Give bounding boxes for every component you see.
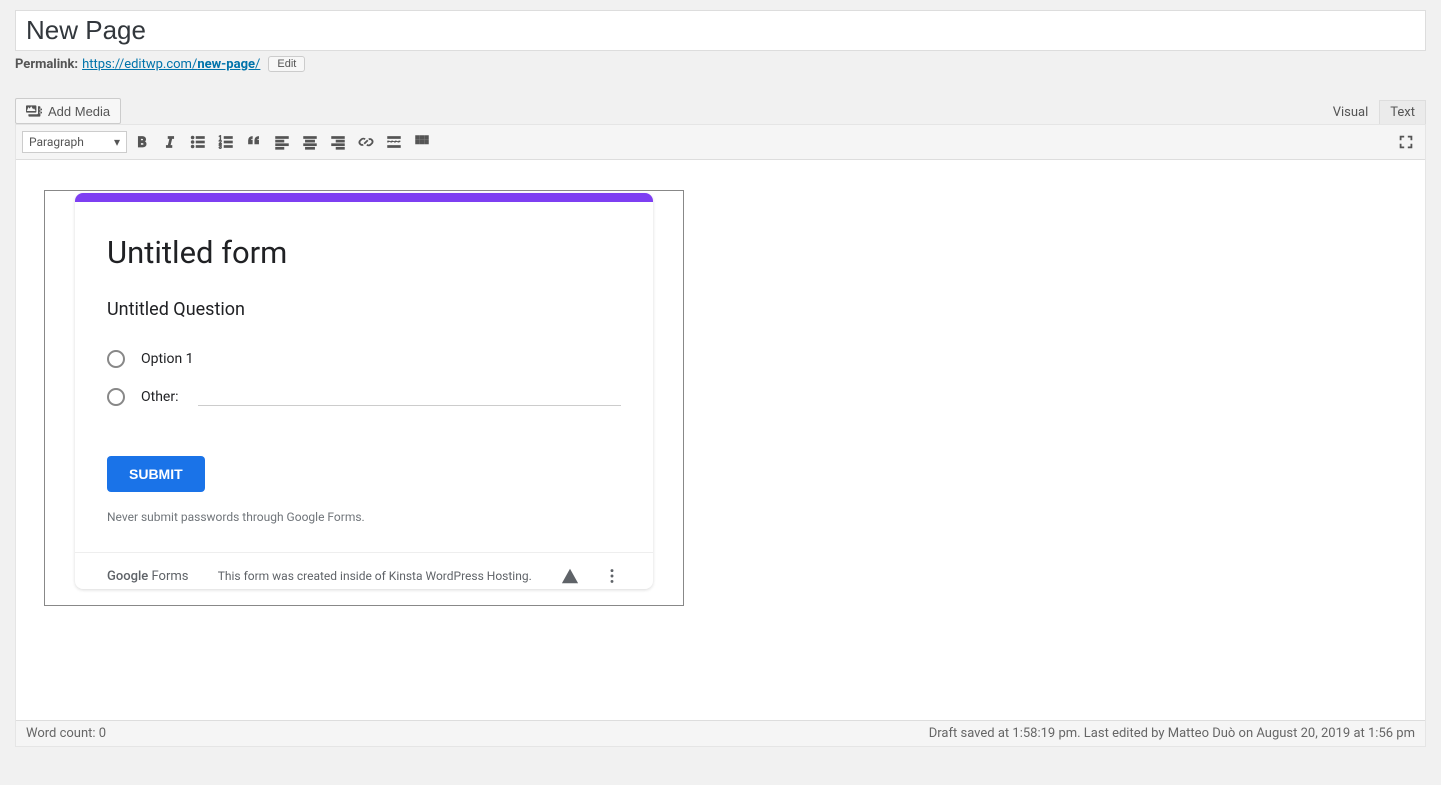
add-media-button[interactable]: Add Media: [15, 98, 121, 124]
editor-frame: Paragraph ▾ 123 Untit: [15, 124, 1426, 747]
numbered-list-button[interactable]: 123: [213, 129, 239, 155]
form-disclaimer: Never submit passwords through Google Fo…: [75, 492, 653, 546]
italic-button[interactable]: [157, 129, 183, 155]
tab-text[interactable]: Text: [1379, 100, 1426, 124]
permalink-base: https://editwp.com/: [82, 57, 197, 72]
option-label: Option 1: [141, 351, 194, 367]
option-other-label: Other:: [141, 389, 178, 405]
editor-canvas[interactable]: Untitled form Untitled Question Option 1…: [16, 160, 1425, 720]
form-footer-text: This form was created inside of Kinsta W…: [218, 569, 532, 583]
align-center-button[interactable]: [297, 129, 323, 155]
permalink-label: Permalink:: [15, 57, 78, 72]
toolbar-toggle-button[interactable]: [409, 129, 435, 155]
option-row-other[interactable]: Other:: [107, 378, 621, 416]
format-label: Paragraph: [29, 135, 84, 149]
permalink-slug: new-page: [197, 57, 255, 72]
blockquote-button[interactable]: [241, 129, 267, 155]
form-title: Untitled form: [75, 202, 653, 271]
radio-icon: [107, 388, 125, 406]
add-media-label: Add Media: [48, 104, 110, 119]
google-form-embed: Untitled form Untitled Question Option 1…: [44, 190, 684, 606]
bullet-list-button[interactable]: [185, 129, 211, 155]
bold-button[interactable]: [129, 129, 155, 155]
permalink-link[interactable]: https://editwp.com/new-page/: [82, 57, 260, 72]
radio-icon: [107, 350, 125, 368]
title-container: [15, 10, 1426, 51]
title-input[interactable]: [16, 11, 1425, 50]
fullscreen-button[interactable]: [1393, 129, 1419, 155]
align-right-button[interactable]: [325, 129, 351, 155]
submit-button[interactable]: SUBMIT: [107, 456, 205, 492]
form-accent-bar: [75, 193, 653, 202]
question-title: Untitled Question: [107, 299, 621, 320]
option-row-1[interactable]: Option 1: [107, 340, 621, 378]
save-status: Draft saved at 1:58:19 pm. Last edited b…: [929, 726, 1415, 741]
google-forms-brand[interactable]: Google Forms: [107, 569, 188, 584]
warning-icon[interactable]: [561, 567, 579, 585]
edit-permalink-button[interactable]: Edit: [268, 56, 305, 72]
tab-visual[interactable]: Visual: [1322, 100, 1380, 124]
status-bar: Word count: 0 Draft saved at 1:58:19 pm.…: [16, 720, 1425, 746]
format-select[interactable]: Paragraph ▾: [22, 131, 127, 153]
word-count: Word count: 0: [26, 726, 106, 741]
read-more-button[interactable]: [381, 129, 407, 155]
editor-tabs: Visual Text: [1322, 100, 1426, 124]
chevron-down-icon: ▾: [114, 135, 120, 149]
toolbar: Paragraph ▾ 123: [16, 125, 1425, 160]
permalink-row: Permalink: https://editwp.com/new-page/ …: [15, 56, 1426, 72]
media-icon: [26, 103, 42, 119]
more-icon[interactable]: [603, 567, 621, 585]
other-input-line[interactable]: [198, 388, 621, 406]
align-left-button[interactable]: [269, 129, 295, 155]
link-button[interactable]: [353, 129, 379, 155]
svg-text:3: 3: [219, 144, 222, 150]
permalink-trail: /: [255, 57, 260, 72]
